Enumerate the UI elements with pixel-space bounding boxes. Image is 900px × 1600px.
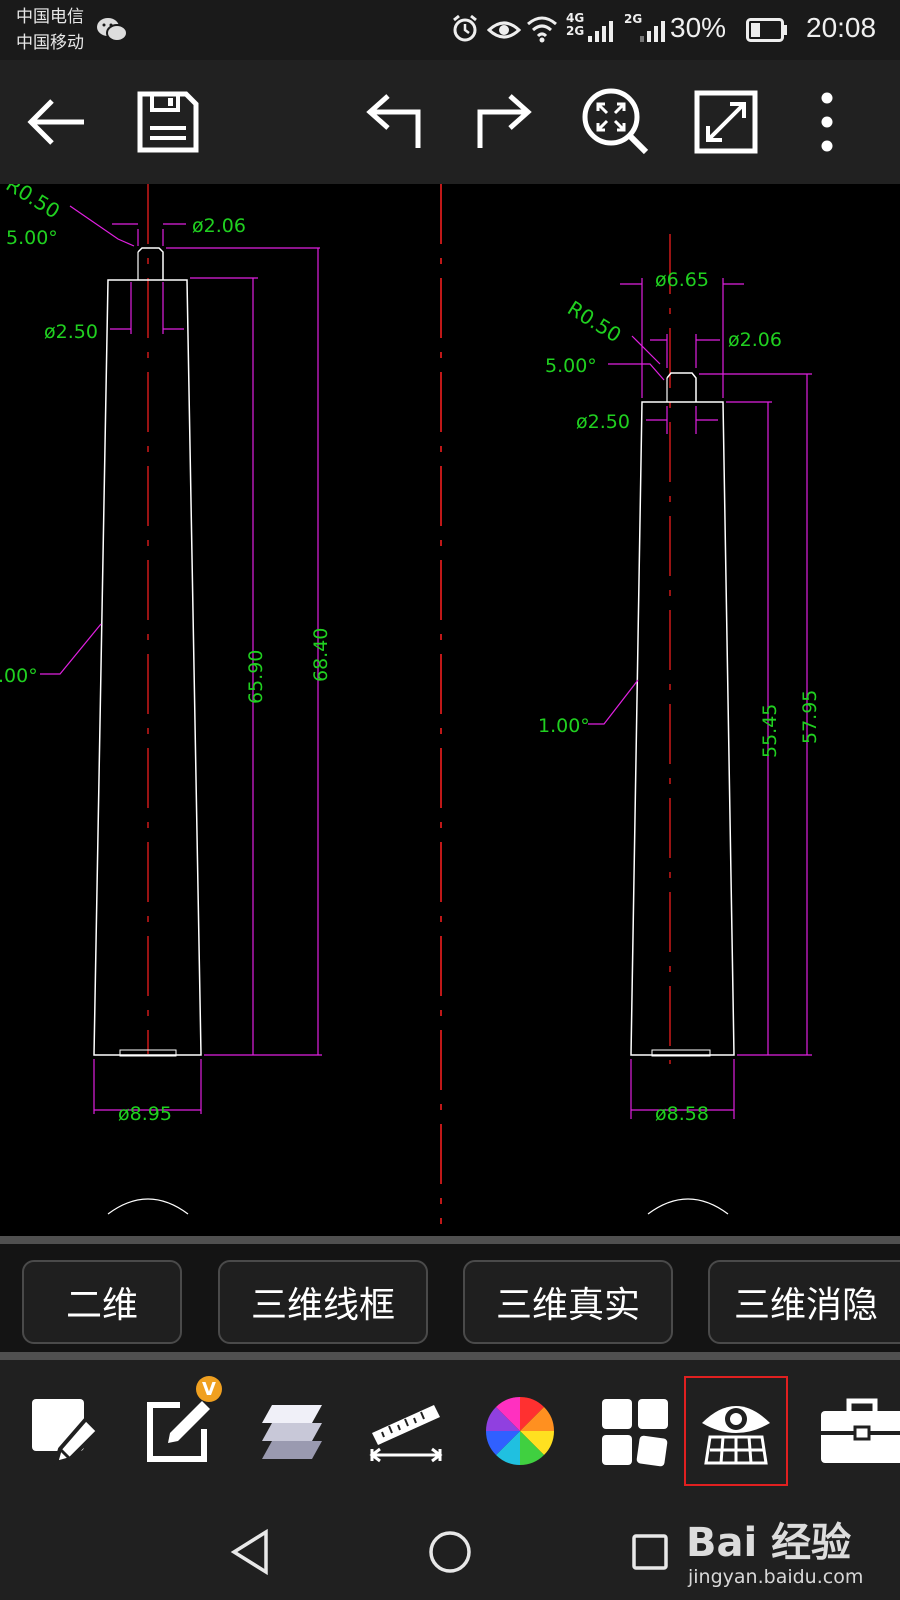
view-mode-tool-button[interactable] bbox=[684, 1376, 788, 1486]
view-mode-bar: 二维 三维线框 三维真实 三维消隐 bbox=[0, 1236, 900, 1360]
baidu-jingyan-watermark: Bai 经验 jingyan.baidu.com bbox=[686, 1510, 896, 1596]
signal-4g-icon: 4G 2G bbox=[566, 12, 584, 38]
right-taper-angle: 1.00° bbox=[538, 715, 590, 737]
redo-icon bbox=[477, 94, 532, 148]
circle-home-icon bbox=[429, 1531, 471, 1573]
nav-back-button[interactable] bbox=[220, 1522, 280, 1582]
draw-tool-button[interactable] bbox=[12, 1376, 116, 1486]
left-part: R0.50 5.00° ø2.06 ø2.50 .00° 65.90 68.40… bbox=[0, 184, 332, 1125]
watermark-logo: Bai 经验 bbox=[686, 1520, 852, 1566]
signal-bars-icon bbox=[588, 18, 614, 48]
undo-button[interactable] bbox=[354, 82, 434, 162]
undo-icon bbox=[366, 94, 421, 148]
zoom-extents-button[interactable] bbox=[576, 82, 656, 162]
right-hole-diameter: ø2.50 bbox=[576, 411, 630, 433]
color-tool-button[interactable] bbox=[468, 1376, 572, 1486]
right-inner-height: 55.45 bbox=[759, 704, 781, 758]
mode-3d-wireframe-button[interactable]: 三维线框 bbox=[218, 1260, 428, 1344]
back-button[interactable] bbox=[16, 82, 96, 162]
signal-bars-2-icon bbox=[640, 18, 666, 48]
color-wheel-icon bbox=[486, 1397, 554, 1465]
left-inner-height: 65.90 bbox=[245, 650, 267, 704]
more-icon bbox=[821, 92, 833, 152]
right-base-diameter: ø8.58 bbox=[655, 1103, 709, 1125]
save-button[interactable] bbox=[128, 82, 208, 162]
clock: 20:08 bbox=[806, 12, 877, 43]
measure-tool-button[interactable] bbox=[354, 1376, 458, 1486]
measure-icon bbox=[369, 1405, 443, 1463]
layout-tool-button[interactable] bbox=[582, 1376, 686, 1486]
drawing-canvas[interactable]: R0.50 5.00° ø2.06 ø2.50 .00° 65.90 68.40… bbox=[0, 184, 900, 1236]
right-part: ø6.65 R0.50 ø2.06 5.00° ø2.50 1.00° 55.4… bbox=[538, 234, 821, 1125]
layout-icon bbox=[602, 1399, 668, 1467]
eye-comfort-icon bbox=[486, 14, 522, 48]
right-total-height: 57.95 bbox=[799, 690, 821, 744]
layers-icon bbox=[262, 1405, 322, 1459]
fullscreen-icon bbox=[694, 90, 758, 154]
mode-2d-button[interactable]: 二维 bbox=[22, 1260, 182, 1344]
edit-tool-button[interactable]: V bbox=[126, 1376, 230, 1486]
edit-icon bbox=[147, 1401, 210, 1462]
right-top-diameter: ø6.65 bbox=[655, 269, 709, 291]
battery-icon bbox=[746, 18, 788, 46]
triangle-back-icon bbox=[230, 1528, 268, 1576]
wechat-icon bbox=[96, 16, 128, 48]
save-icon bbox=[137, 91, 199, 153]
back-arrow-icon bbox=[27, 99, 84, 145]
carrier-1-label: 中国电信 bbox=[16, 7, 84, 27]
status-bar: 中国电信 中国移动 4G 2G 2G 30% 20:08 bbox=[0, 0, 900, 60]
nav-home-button[interactable] bbox=[420, 1522, 480, 1582]
right-tip-diameter: ø2.06 bbox=[728, 329, 782, 351]
network-1-label: 4G bbox=[566, 11, 585, 25]
left-base-diameter: ø8.95 bbox=[118, 1103, 172, 1125]
left-top-angle: 5.00° bbox=[6, 227, 58, 249]
left-top-radius: R0.50 bbox=[2, 184, 64, 223]
carrier-2-label: 中国移动 bbox=[16, 33, 84, 53]
left-taper-angle: .00° bbox=[0, 665, 38, 687]
redo-button[interactable] bbox=[464, 82, 544, 162]
left-total-height: 68.40 bbox=[310, 628, 332, 682]
battery-percent: 30% bbox=[670, 12, 727, 43]
toolbox-tool-button[interactable] bbox=[810, 1376, 900, 1486]
view-mode-icon bbox=[702, 1406, 770, 1465]
watermark-url: jingyan.baidu.com bbox=[688, 1566, 864, 1588]
right-top-angle: 5.00° bbox=[545, 355, 597, 377]
mode-3d-hidden-button[interactable]: 三维消隐 bbox=[708, 1260, 900, 1344]
vip-badge: V bbox=[196, 1376, 222, 1402]
left-tip-diameter: ø2.06 bbox=[192, 215, 246, 237]
draw-icon bbox=[32, 1399, 101, 1466]
cad-drawing: R0.50 5.00° ø2.06 ø2.50 .00° 65.90 68.40… bbox=[0, 184, 821, 1224]
right-top-radius: R0.50 bbox=[563, 296, 625, 347]
mode-3d-realistic-button[interactable]: 三维真实 bbox=[463, 1260, 673, 1344]
tools-bar: V bbox=[0, 1360, 900, 1500]
zoom-extents-icon bbox=[582, 88, 649, 155]
wifi-icon bbox=[526, 14, 558, 48]
layers-tool-button[interactable] bbox=[240, 1376, 344, 1486]
system-nav-bar: Bai 经验 jingyan.baidu.com bbox=[0, 1500, 900, 1600]
square-recents-icon bbox=[632, 1534, 668, 1570]
left-arc-partial bbox=[107, 1198, 189, 1215]
fullscreen-button[interactable] bbox=[686, 82, 766, 162]
left-hole-diameter: ø2.50 bbox=[44, 321, 98, 343]
network-2-label: 2G bbox=[566, 24, 585, 38]
alarm-icon bbox=[450, 14, 480, 48]
nav-recents-button[interactable] bbox=[620, 1522, 680, 1582]
more-button[interactable] bbox=[802, 82, 852, 162]
right-arc-partial bbox=[647, 1198, 729, 1215]
toolbox-icon bbox=[821, 1398, 900, 1463]
top-toolbar bbox=[0, 60, 900, 184]
